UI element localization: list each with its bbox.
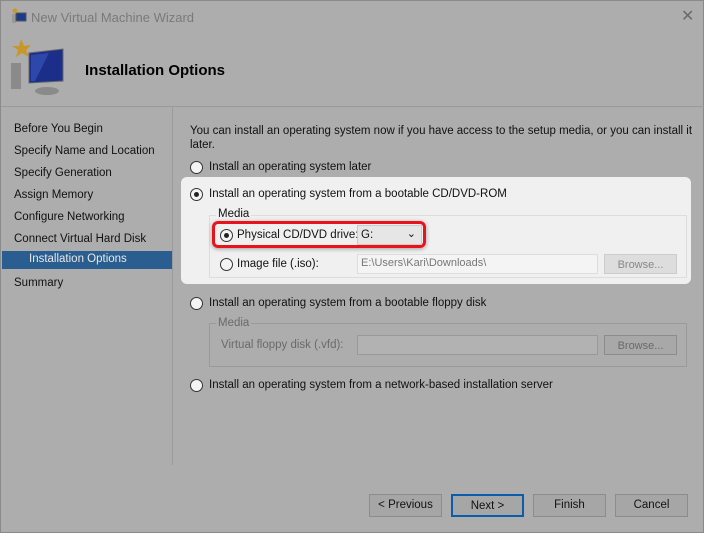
sidebar-item-installation-options[interactable]: Installation Options	[2, 251, 172, 269]
virtual-machine-icon	[11, 39, 64, 95]
physical-drive-radio[interactable]	[220, 229, 233, 242]
sidebar-item-specify-name[interactable]: Specify Name and Location	[14, 145, 155, 157]
sidebar-item-before-you-begin[interactable]: Before You Begin	[14, 123, 103, 135]
intro-text: You can install an operating system now …	[190, 125, 693, 151]
image-file-label[interactable]: Image file (.iso):	[237, 258, 319, 270]
install-network-radio[interactable]	[190, 379, 203, 392]
app-icon	[12, 8, 27, 23]
sidebar-item-assign-memory[interactable]: Assign Memory	[14, 189, 93, 201]
window-title: New Virtual Machine Wizard	[31, 10, 195, 25]
cancel-button[interactable]: Cancel	[615, 494, 688, 517]
floppy-media-label: Media	[216, 317, 252, 329]
floppy-disk-input[interactable]	[357, 335, 598, 355]
install-later-radio[interactable]	[190, 161, 203, 174]
browse-iso-button[interactable]: Browse...	[604, 254, 677, 274]
browse-floppy-button[interactable]: Browse...	[604, 335, 677, 355]
finish-button[interactable]: Finish	[533, 494, 606, 517]
next-button[interactable]: Next >	[451, 494, 524, 517]
install-later-label[interactable]: Install an operating system later	[209, 161, 371, 173]
install-floppy-label[interactable]: Install an operating system from a boota…	[209, 297, 486, 309]
sidebar-item-label: Installation Options	[29, 253, 127, 265]
sidebar-item-summary[interactable]: Summary	[14, 277, 63, 289]
physical-drive-value: G:	[361, 229, 374, 241]
sidebar-item-configure-networking[interactable]: Configure Networking	[14, 211, 125, 223]
sidebar-item-specify-generation[interactable]: Specify Generation	[14, 167, 112, 179]
wizard-window: New Virtual Machine Wizard ✕ Installatio…	[0, 0, 704, 533]
sidebar-item-connect-vhd[interactable]: Connect Virtual Hard Disk	[14, 233, 146, 245]
install-cd-label[interactable]: Install an operating system from a boota…	[209, 188, 507, 200]
image-file-radio[interactable]	[220, 258, 233, 271]
physical-drive-label[interactable]: Physical CD/DVD drive:	[237, 229, 358, 241]
install-cd-radio[interactable]	[190, 188, 203, 201]
close-icon[interactable]: ✕	[681, 6, 694, 26]
media-group-label: Media	[216, 208, 252, 220]
install-floppy-radio[interactable]	[190, 297, 203, 310]
install-network-label[interactable]: Install an operating system from a netwo…	[209, 379, 553, 391]
chevron-down-icon: ⌄	[406, 228, 416, 240]
previous-button[interactable]: < Previous	[369, 494, 442, 517]
physical-drive-select[interactable]: G: ⌄	[357, 225, 422, 245]
floppy-disk-label: Virtual floppy disk (.vfd):	[221, 339, 344, 351]
page-title: Installation Options	[85, 62, 226, 79]
image-file-input[interactable]: E:\Users\Kari\Downloads\	[357, 254, 598, 274]
